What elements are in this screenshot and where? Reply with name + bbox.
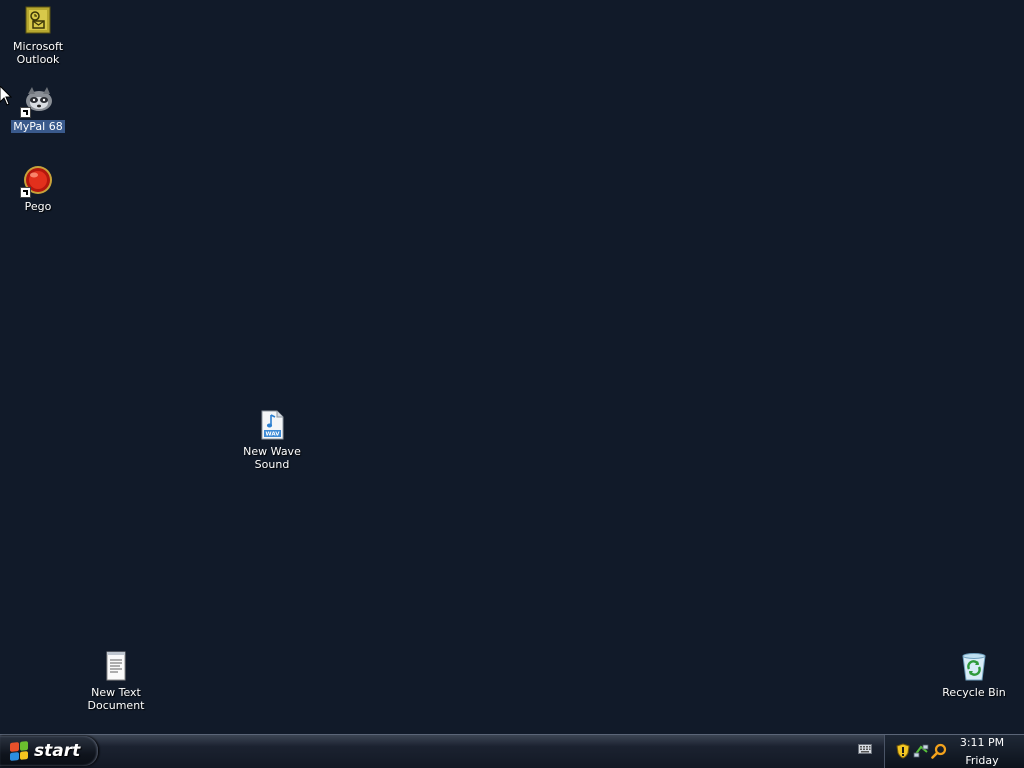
mypal-icon: [20, 84, 54, 118]
keyboard-icon[interactable]: [858, 744, 872, 754]
recycle-bin-icon: [958, 650, 990, 682]
clock-time[interactable]: 3:11 PM: [940, 736, 1024, 749]
network-icon[interactable]: [913, 743, 929, 759]
taskbar: start 3:11 PM Friday: [0, 734, 1024, 768]
desktop-icon-label: New Wave Sound: [243, 445, 301, 471]
wav-file-icon: WAV: [256, 409, 288, 441]
svg-text:WAV: WAV: [266, 432, 281, 438]
start-button[interactable]: start: [0, 736, 98, 766]
desktop[interactable]: Microsoft Outlook MyPal 68 Pego WAV New …: [0, 0, 1024, 734]
clock-day[interactable]: Friday: [940, 754, 1024, 767]
desktop-icon-label: New Text Document: [87, 686, 145, 712]
desktop-icon-recycle-bin[interactable]: Recycle Bin: [938, 650, 1010, 699]
start-label: start: [34, 741, 81, 761]
desktop-icon-mypal[interactable]: MyPal 68: [2, 84, 74, 133]
mouse-cursor-icon: [0, 86, 12, 106]
outlook-icon: [22, 4, 54, 36]
shortcut-arrow-icon: [20, 107, 31, 118]
shortcut-arrow-icon: [20, 187, 31, 198]
desktop-icon-label: Microsoft Outlook: [12, 40, 64, 66]
security-shield-icon[interactable]: [895, 743, 911, 759]
desktop-icon-outlook[interactable]: Microsoft Outlook: [2, 4, 74, 66]
desktop-icon-label: Recycle Bin: [942, 686, 1006, 699]
desktop-icon-wave-sound[interactable]: WAV New Wave Sound: [236, 409, 308, 471]
text-document-icon: [100, 650, 132, 682]
desktop-icon-text-document[interactable]: New Text Document: [80, 650, 152, 712]
pego-icon: [20, 164, 54, 198]
desktop-icon-label: MyPal 68: [11, 120, 65, 133]
windows-logo-icon: [10, 741, 28, 761]
desktop-icon-pego[interactable]: Pego: [2, 164, 74, 213]
desktop-icon-label: Pego: [24, 200, 52, 213]
